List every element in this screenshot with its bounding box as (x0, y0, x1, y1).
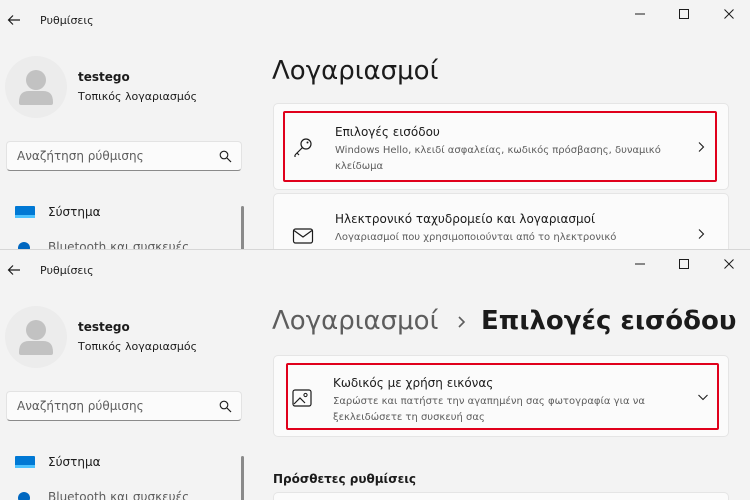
breadcrumb-parent[interactable]: Λογαριασμοί (272, 306, 438, 336)
card-description: Λογαριασμοί που χρησιμοποιούνται από το … (335, 232, 617, 243)
user-name: testego (78, 70, 130, 84)
settings-window-accounts: Ρυθμίσεις testego Τοπικός λογαριασμός Αν… (0, 0, 750, 250)
highlight-box (283, 111, 717, 182)
title-bar: Ρυθμίσεις (0, 0, 750, 40)
account-type: Τοπικός λογαριασμός (78, 90, 198, 103)
minimize-icon[interactable] (629, 256, 651, 272)
avatar[interactable] (5, 306, 67, 368)
user-name: testego (78, 320, 130, 334)
settings-window-sign-in-options: Ρυθμίσεις testego Τοπικός λογαριασμός Αν… (0, 250, 750, 500)
search-input[interactable]: Αναζήτηση ρύθμισης (6, 391, 242, 421)
section-heading: Πρόσθετες ρυθμίσεις (273, 472, 417, 486)
account-type: Τοπικός λογαριασμός (78, 340, 198, 353)
sidebar-item-label: Σύστημα (48, 455, 101, 469)
minimize-icon[interactable] (629, 6, 651, 22)
sidebar-item-label: Σύστημα (48, 205, 101, 219)
close-icon[interactable] (718, 256, 740, 272)
sidebar-scrollbar[interactable] (241, 206, 244, 250)
page-title: Λογαριασμοί (272, 56, 439, 86)
highlight-box (286, 363, 719, 430)
close-icon[interactable] (718, 6, 740, 22)
user-avatar-icon (19, 320, 53, 355)
settings-card-partial (273, 492, 729, 500)
search-placeholder: Αναζήτηση ρύθμισης (17, 149, 144, 163)
search-placeholder: Αναζήτηση ρύθμισης (17, 399, 144, 413)
page-title: Επιλογές εισόδου (481, 306, 737, 336)
maximize-icon[interactable] (673, 6, 695, 22)
search-input[interactable]: Αναζήτηση ρύθμισης (6, 141, 242, 171)
sidebar-item-system[interactable]: Σύστημα (14, 450, 234, 474)
mail-icon (292, 228, 314, 244)
user-avatar-icon (19, 70, 53, 105)
email-accounts-card[interactable]: Ηλεκτρονικό ταχυδρομείο και λογαριασμοί … (273, 193, 729, 250)
screenshot-divider (0, 249, 750, 250)
card-title: Ηλεκτρονικό ταχυδρομείο και λογαριασμοί (335, 212, 596, 226)
system-display-icon (15, 456, 35, 468)
system-display-icon (15, 206, 35, 218)
sidebar-item-system[interactable]: Σύστημα (14, 200, 234, 224)
app-title: Ρυθμίσεις (40, 264, 94, 277)
maximize-icon[interactable] (673, 256, 695, 272)
app-title: Ρυθμίσεις (40, 14, 94, 27)
search-icon[interactable] (219, 150, 232, 163)
sidebar-item-label: Bluetooth και συσκευές (48, 490, 190, 500)
chevron-right-icon (698, 229, 705, 239)
bluetooth-icon (18, 492, 30, 500)
search-icon[interactable] (219, 400, 232, 413)
sidebar-scrollbar[interactable] (241, 456, 244, 500)
avatar[interactable] (5, 56, 67, 118)
back-arrow-icon[interactable] (6, 12, 22, 28)
back-arrow-icon[interactable] (6, 262, 22, 278)
title-bar: Ρυθμίσεις (0, 250, 750, 290)
sidebar-item-bluetooth[interactable]: Bluetooth και συσκευές (14, 488, 234, 500)
breadcrumb-separator-icon (458, 316, 466, 328)
